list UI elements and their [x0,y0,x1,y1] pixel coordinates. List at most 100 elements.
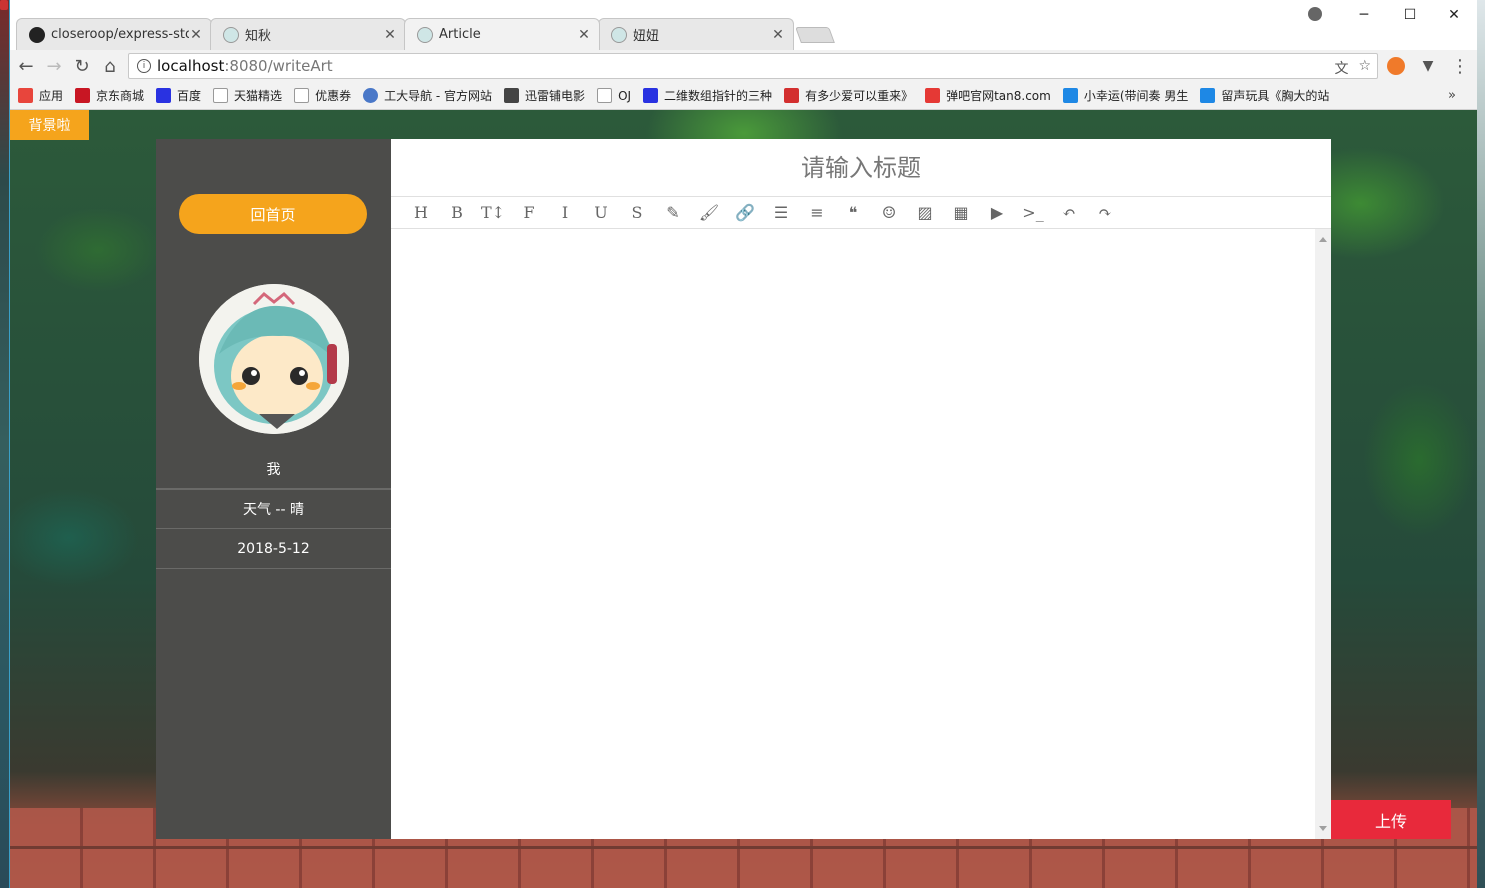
bookmark-apps[interactable]: 应用 [18,87,63,104]
tab-zhiqiu[interactable]: 知秋 ✕ [210,18,406,50]
tab-niuniu[interactable]: 妞妞 ✕ [598,18,794,50]
tab-label: Article [439,27,481,42]
bookmark-tan8[interactable]: 弹吧官网tan8.com [925,87,1051,104]
info-icon[interactable]: i [137,59,151,73]
upload-button[interactable]: 上传 [1331,800,1451,839]
anime-avatar-icon [417,26,433,43]
close-icon[interactable]: ✕ [577,27,591,43]
editor-content-area[interactable] [391,229,1315,839]
emoji-icon[interactable]: ☺ [871,199,907,227]
desktop-background-strip [0,0,9,888]
bookmarks-bar: 应用 京东商城 百度 天猫精选 优惠券 工大导航 - 官方网站 迅雷铺电影 OJ… [10,82,1478,110]
bookmark-star-icon[interactable]: ☆ [1358,58,1371,78]
apps-icon [18,88,33,103]
bookmark-label: 百度 [177,89,202,103]
bookmark-liusheng[interactable]: 留声玩具《胸大的站 [1200,87,1329,104]
image-icon[interactable]: ▨ [907,199,943,227]
redo-icon[interactable]: ↷ [1087,199,1123,227]
background-toggle-button[interactable]: 背景啦 [10,110,89,140]
font-family-icon[interactable]: F [511,199,547,227]
new-tab-button[interactable] [795,27,835,43]
bookmark-gongda[interactable]: 工大导航 - 官方网站 [363,87,492,104]
close-icon[interactable]: ✕ [383,27,397,43]
editor-scrollbar[interactable] [1315,229,1331,839]
bookmark-xunlei[interactable]: 迅雷铺电影 [504,87,585,104]
tab-article[interactable]: Article ✕ [404,18,600,50]
undo-icon[interactable]: ↶ [1051,199,1087,227]
bookmark-label: 二维数组指针的三种 [664,89,773,103]
scroll-up-icon[interactable] [1319,237,1327,242]
markdown-editor: HBT↕FIUS✎🖌🔗☰≡❝☺▨▦▶>_↶↷ [391,139,1331,839]
editor-toolbar: H B T↕ F I U S ✎ 🖌 🔗 ☰ ≡ ❝ ☺ ▨ ▦ ▶ >_ ↶ ↷ [391,197,1331,229]
maximize-icon[interactable]: ☐ [1390,4,1430,26]
user-name: 我 [156,449,391,489]
translate-icon[interactable]: 文 [1334,58,1348,78]
link-icon[interactable]: 🔗 [727,199,763,227]
title-bar: closeroop/express-stor ✕ 知秋 ✕ Article ✕ … [10,0,1478,50]
bookmark-tmall[interactable]: 天猫精选 [213,87,282,104]
bookmarks-more-icon[interactable]: » [1448,88,1456,103]
anime-avatar-icon [611,26,627,43]
reload-icon[interactable]: ↻ [70,54,94,78]
vue-devtools-icon[interactable]: ▼ [1416,54,1440,78]
scroll-down-icon[interactable] [1319,826,1327,831]
date-info: 2018-5-12 [156,529,391,569]
bookmark-baidu[interactable]: 百度 [156,87,201,104]
bookmark-label: 迅雷铺电影 [525,89,586,103]
bookmark-label: 留声玩具《胸大的站 [1221,89,1330,103]
url-path: :8080/writeArt [224,57,333,75]
baidu-icon [643,88,659,103]
bookmark-pointer[interactable]: 二维数组指针的三种 [643,87,772,104]
tan8-icon [925,88,941,103]
menu-icon[interactable]: ⋮ [1448,54,1472,78]
heading-icon[interactable]: H [403,199,439,227]
bookmark-love[interactable]: 有多少爱可以重来》 [784,87,913,104]
anime-avatar-icon [223,26,239,43]
bookmark-label: 有多少爱可以重来》 [805,89,914,103]
strikethrough-icon[interactable]: S [619,199,655,227]
font-size-icon[interactable]: T↕ [475,199,511,227]
bookmark-xiaoxingyun[interactable]: 小幸运(带间奏 男生 [1062,87,1188,104]
bullet-list-icon[interactable]: ☰ [763,199,799,227]
tab-github[interactable]: closeroop/express-stor ✕ [16,18,212,50]
avatar [199,284,349,434]
highlight-icon[interactable]: ✎ [655,199,691,227]
bookmark-coupon[interactable]: 优惠券 [294,87,351,104]
bookmark-label: 应用 [39,89,64,103]
italic-icon[interactable]: I [547,199,583,227]
bookmark-label: 工大导航 - 官方网站 [384,89,493,103]
address-bar[interactable]: i localhost:8080/writeArt 文 ☆ [128,53,1378,79]
profile-icon[interactable] [1308,7,1322,21]
browser-toolbar: ← → ↻ ⌂ i localhost:8080/writeArt 文 ☆ ▼ … [10,50,1478,82]
desktop-app-icon [0,0,8,10]
extension-icon[interactable] [1387,57,1405,75]
browser-window: closeroop/express-stor ✕ 知秋 ✕ Article ✕ … [9,0,1478,888]
bookmark-label: 京东商城 [96,89,145,103]
bookmark-jd[interactable]: 京东商城 [75,87,144,104]
desktop-background-strip [1477,0,1485,888]
music-icon [1062,88,1078,103]
close-icon[interactable]: ✕ [189,27,203,43]
tab-label: 知秋 [245,29,272,44]
page-icon [294,88,310,103]
align-icon[interactable]: ≡ [799,199,835,227]
home-icon[interactable]: ⌂ [98,54,122,78]
underline-icon[interactable]: U [583,199,619,227]
back-icon[interactable]: ← [14,54,38,78]
bold-icon[interactable]: B [439,199,475,227]
home-button[interactable]: 回首页 [179,194,367,234]
minimize-icon[interactable]: ─ [1344,4,1384,26]
code-icon[interactable]: >_ [1015,199,1051,227]
forward-icon[interactable]: → [42,54,66,78]
bookmark-label: 弹吧官网tan8.com [946,89,1051,103]
title-input[interactable] [391,139,1331,197]
close-icon[interactable]: ✕ [771,27,785,43]
quote-icon[interactable]: ❝ [835,199,871,227]
page-icon [597,88,613,103]
brush-icon[interactable]: 🖌 [691,199,727,227]
table-icon[interactable]: ▦ [943,199,979,227]
jd-icon [75,88,91,103]
window-close-icon[interactable]: ✕ [1434,4,1474,26]
video-icon[interactable]: ▶ [979,199,1015,227]
bookmark-oj[interactable]: OJ [597,88,631,103]
